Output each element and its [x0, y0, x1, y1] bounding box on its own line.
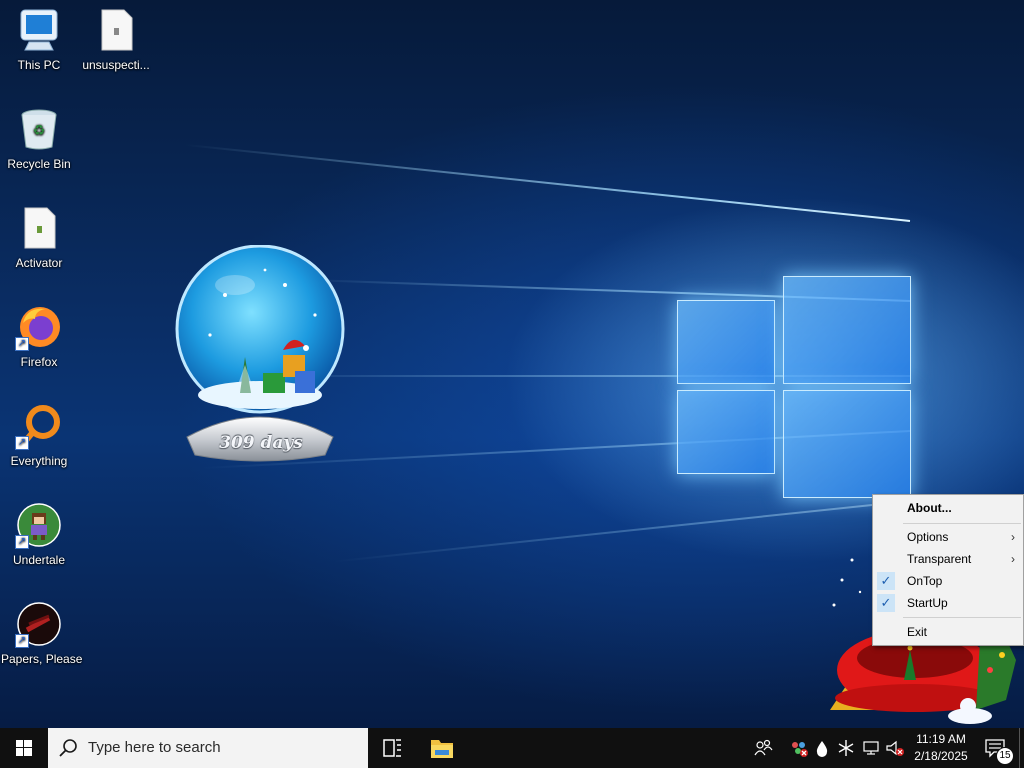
logo-pane [783, 276, 911, 384]
checkmark-icon: ✓ [877, 572, 895, 590]
menu-item-options[interactable]: Options › [873, 526, 1023, 548]
taskbar-search-box[interactable]: Type here to search [48, 728, 368, 768]
recycle-bin-icon: ♻ [15, 105, 63, 153]
submenu-arrow-icon: › [1011, 552, 1015, 566]
desktop: This PC unsuspecti... ♻ Recycle Bin Acti… [0, 0, 1024, 728]
file-icon [92, 6, 140, 54]
snowflake-icon[interactable] [836, 738, 856, 758]
logo-pane [677, 390, 775, 474]
undertale-icon: ↗ [15, 501, 63, 549]
desktop-icon-label: Undertale [12, 553, 66, 567]
windows-start-icon [16, 740, 32, 756]
menu-separator [903, 523, 1021, 524]
menu-item-ontop[interactable]: ✓ OnTop [873, 570, 1023, 592]
search-icon [59, 739, 77, 757]
menu-item-about[interactable]: About... [873, 497, 1023, 519]
desktop-icon-papers-please[interactable]: ↗ Papers, Please [1, 600, 83, 666]
desktop-icon-label: Everything [10, 454, 68, 468]
file-icon [15, 204, 63, 252]
papers-please-icon: ↗ [15, 600, 63, 648]
taskbar: Type here to search 11:19 AM 2/18/2025 1… [0, 728, 1024, 768]
shortcut-arrow-icon: ↗ [15, 634, 29, 648]
desktop-icon-this-pc[interactable]: This PC [1, 6, 77, 72]
clock-time: 11:19 AM [916, 732, 966, 746]
shortcut-arrow-icon: ↗ [15, 436, 29, 450]
submenu-arrow-icon: › [1011, 530, 1015, 544]
task-view-button[interactable] [368, 728, 416, 768]
checkmark-icon: ✓ [877, 594, 895, 612]
desktop-icon-label: Firefox [20, 355, 58, 369]
everything-search-icon: ↗ [15, 402, 63, 450]
menu-item-label: OnTop [907, 574, 943, 588]
task-view-icon [383, 739, 401, 757]
desktop-icon-unsuspecti[interactable]: unsuspecti... [78, 6, 154, 72]
desktop-icon-activator[interactable]: Activator [1, 204, 77, 270]
computer-icon [15, 6, 63, 54]
desktop-icon-undertale[interactable]: ↗ Undertale [1, 501, 77, 567]
widget-context-menu: About... Options › Transparent › ✓ OnTop… [872, 494, 1024, 646]
search-placeholder: Type here to search [88, 739, 221, 756]
volume-muted-icon[interactable] [884, 738, 906, 758]
menu-item-exit[interactable]: Exit [873, 621, 1023, 643]
desktop-icon-label: Recycle Bin [7, 157, 71, 171]
menu-item-label: Transparent [907, 552, 972, 566]
action-center-button[interactable]: 15 [978, 728, 1018, 768]
windows-logo-wallpaper [675, 268, 911, 498]
desktop-icon-label: unsuspecti... [82, 58, 150, 72]
menu-separator [903, 617, 1021, 618]
logo-pane [783, 390, 911, 498]
desktop-icon-label: This PC [17, 58, 61, 72]
desktop-icon-recycle-bin[interactable]: ♻ Recycle Bin [1, 105, 77, 171]
folder-icon [431, 740, 453, 758]
firefox-icon: ↗ [15, 303, 63, 351]
shortcut-arrow-icon: ↗ [15, 535, 29, 549]
menu-item-startup[interactable]: ✓ StartUp [873, 592, 1023, 614]
desktop-icon-label: Papers, Please [1, 652, 83, 666]
people-icon[interactable] [753, 738, 773, 758]
logo-pane [677, 300, 775, 384]
desktop-icon-firefox[interactable]: ↗ Firefox [1, 303, 77, 369]
network-error-icon[interactable] [789, 738, 809, 758]
notification-count-badge: 15 [996, 747, 1014, 765]
snow-globe-countdown-widget[interactable]: 309 days [165, 244, 355, 470]
menu-item-label: Exit [907, 625, 928, 639]
menu-item-label: About... [907, 501, 952, 515]
show-desktop-button[interactable] [1019, 728, 1024, 768]
countdown-label: 309 days [219, 433, 303, 453]
svg-text:♻: ♻ [33, 123, 46, 139]
start-button[interactable] [0, 728, 48, 768]
display-icon[interactable] [861, 738, 881, 758]
menu-item-label: Options [907, 530, 949, 544]
file-explorer-button[interactable] [418, 728, 466, 768]
clock-date: 2/18/2025 [914, 749, 968, 763]
desktop-icon-label: Activator [15, 256, 63, 270]
desktop-icon-everything[interactable]: ↗ Everything [1, 402, 77, 468]
taskbar-clock[interactable]: 11:19 AM 2/18/2025 [905, 731, 977, 765]
menu-item-label: StartUp [907, 596, 948, 610]
water-drop-icon[interactable] [814, 738, 830, 758]
light-beam [183, 143, 911, 222]
menu-item-transparent[interactable]: Transparent › [873, 548, 1023, 570]
shortcut-arrow-icon: ↗ [15, 337, 29, 351]
